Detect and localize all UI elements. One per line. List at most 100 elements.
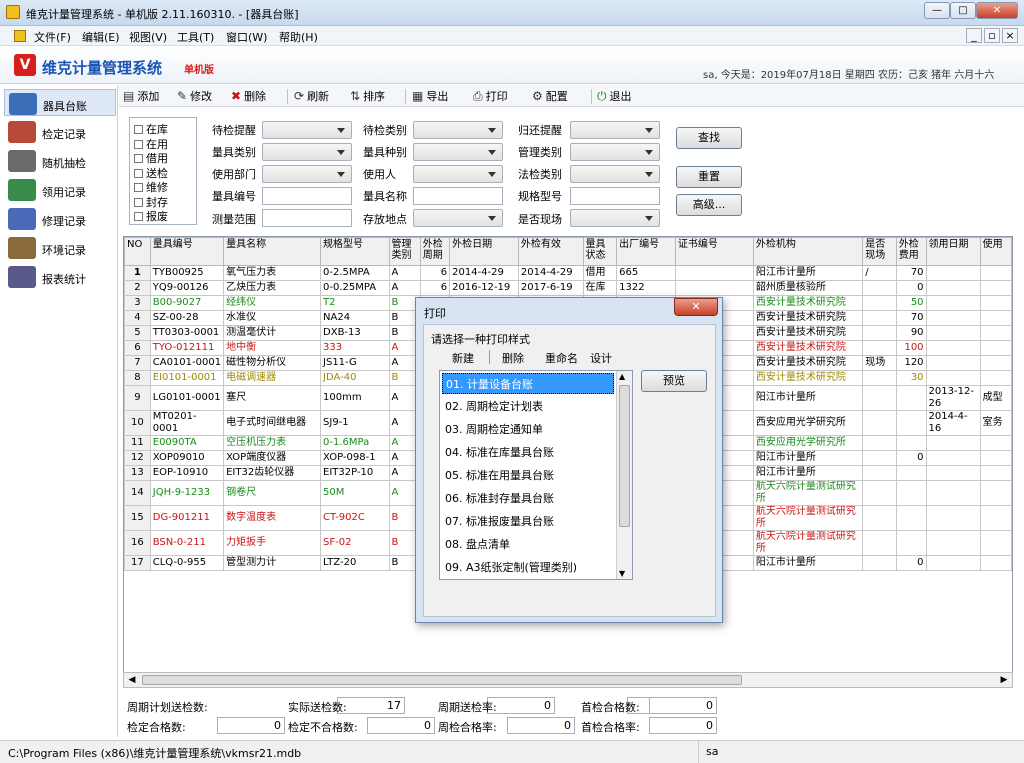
column-header[interactable]: 量具名称 [223, 237, 322, 266]
shifou-xianchang-select[interactable] [570, 209, 660, 227]
mdi-minimize-button[interactable]: _ [966, 28, 982, 43]
daijian-tixing-select[interactable] [262, 121, 352, 139]
column-header[interactable]: 外检周期 [419, 237, 451, 266]
print-style-item[interactable]: 07. 标准报废量具台账 [442, 511, 614, 532]
column-header[interactable]: 管理类别 [388, 237, 421, 266]
refresh-button[interactable]: ⟳ 刷新 [294, 88, 329, 104]
rename-style-link[interactable]: 重命名 [545, 350, 578, 366]
menu-view[interactable]: 视图(V) [129, 29, 167, 45]
menu-file[interactable]: 文件(F) [34, 29, 71, 45]
search-button[interactable]: 查找 [676, 127, 742, 149]
checkbox-icon[interactable] [134, 168, 143, 178]
list-scrollbar[interactable]: ▲ ▼ [616, 371, 632, 579]
checkbox-icon[interactable] [134, 183, 143, 192]
menu-edit[interactable]: 编辑(E) [82, 29, 120, 45]
column-header[interactable]: 证书编号 [674, 237, 754, 266]
cunfang-didian-select[interactable] [413, 209, 503, 227]
new-style-link[interactable]: 新建 [452, 350, 474, 366]
reset-button[interactable]: 重置 [676, 166, 742, 188]
print-style-item[interactable]: 08. 盘点清单 [442, 534, 614, 555]
minimize-button[interactable]: — [924, 2, 950, 19]
advanced-button[interactable]: 高级... [676, 194, 742, 216]
shiyong-bumen-select[interactable] [262, 165, 352, 183]
print-style-item[interactable]: 06. 标准封存量具台账 [442, 488, 614, 509]
column-header[interactable]: 领用日期 [925, 237, 981, 266]
print-style-item[interactable]: 04. 标准在库量具台账 [442, 442, 614, 463]
close-button[interactable]: ✕ [976, 2, 1018, 19]
horizontal-scrollbar[interactable]: ◀ ▶ [123, 672, 1013, 688]
print-style-item[interactable]: 02. 周期检定计划表 [442, 396, 614, 417]
fajian-leibie-select[interactable] [570, 165, 660, 183]
sidebar-item-issue[interactable]: 领用记录 [4, 176, 116, 203]
print-style-item[interactable]: 05. 标准在用量具台账 [442, 465, 614, 486]
mdi-restore-button[interactable]: ▫ [984, 28, 1000, 43]
status-checkbox[interactable]: 封存 [134, 194, 168, 209]
scroll-left-icon[interactable]: ◀ [126, 675, 138, 685]
maximize-button[interactable]: □ [950, 2, 976, 19]
list-scroll-thumb[interactable] [619, 385, 630, 527]
print-style-item[interactable]: 03. 周期检定通知单 [442, 419, 614, 440]
sidebar-item-sampling[interactable]: 随机抽检 [4, 147, 116, 174]
mdi-close-button[interactable]: × [1002, 28, 1018, 43]
sidebar-item-repair[interactable]: 修理记录 [4, 205, 116, 232]
checkbox-icon[interactable] [134, 154, 143, 163]
liangju-zhongbie-select[interactable] [413, 143, 503, 161]
table-row[interactable]: 1 TYB00925 氧气压力表 0-2.5MPA A 6 2014-4-29 2014-4-… [124, 265, 1012, 281]
celiang-fanwei-input[interactable] [262, 209, 352, 227]
guihuan-tixing-select[interactable] [570, 121, 660, 139]
scroll-thumb[interactable] [142, 675, 742, 685]
checkbox-icon[interactable] [134, 139, 143, 149]
daijian-leibie-select[interactable] [413, 121, 503, 139]
print-style-item[interactable]: 01. 计量设备台账 [442, 373, 614, 394]
column-header[interactable]: NO [124, 237, 151, 266]
delete-style-link[interactable]: 删除 [502, 350, 524, 366]
column-header[interactable]: 外检费用 [895, 237, 927, 266]
scroll-right-icon[interactable]: ▶ [998, 675, 1010, 685]
design-style-link[interactable]: 设计 [590, 350, 612, 366]
column-header[interactable]: 出厂编号 [616, 237, 676, 266]
column-header[interactable]: 外检有效 [517, 237, 584, 266]
status-checkbox[interactable]: 借用 [134, 150, 168, 165]
export-button[interactable]: ▦ 导出 [412, 88, 448, 104]
status-checkbox[interactable]: 报废 [134, 208, 168, 223]
menu-help[interactable]: 帮助(H) [279, 29, 318, 45]
column-header[interactable]: 使用 [979, 237, 1012, 266]
sidebar-item-report[interactable]: 报表统计 [4, 263, 116, 290]
print-style-list[interactable]: ▲ ▼ 01. 计量设备台账 02. 周期检定计划表 03. 周期检定通知单 04. … [439, 370, 633, 580]
liangju-mingcheng-input[interactable] [413, 187, 503, 205]
column-header[interactable]: 是否现场 [862, 237, 897, 266]
sidebar-item-calibration[interactable]: 检定记录 [4, 118, 116, 145]
column-header[interactable]: 量具状态 [582, 237, 618, 266]
column-header[interactable]: 外检日期 [449, 237, 519, 266]
sidebar-item-environment[interactable]: 环境记录 [4, 234, 116, 261]
preview-button[interactable]: 预览 [641, 370, 707, 392]
guanli-leibie-select[interactable] [570, 143, 660, 161]
liangju-bianhao-input[interactable] [262, 187, 352, 205]
checkbox-icon[interactable] [134, 197, 143, 207]
status-checkbox[interactable]: 在库 [134, 121, 168, 136]
column-header[interactable]: 量具编号 [149, 237, 225, 266]
status-checkbox[interactable]: 在用 [134, 136, 168, 151]
add-button[interactable]: ▤ 添加 [123, 88, 159, 104]
dialog-close-button[interactable]: ✕ [674, 298, 718, 316]
guige-xinghao-input[interactable] [570, 187, 660, 205]
exit-button[interactable]: ⏻ 退出 [597, 88, 632, 104]
status-checkbox[interactable]: 维修 [134, 179, 168, 194]
edit-button[interactable]: ✎ 修改 [177, 88, 212, 104]
checkbox-icon[interactable] [134, 212, 143, 221]
print-style-item[interactable]: 09. A3纸张定制(管理类别) [442, 557, 614, 578]
sidebar-item-ledger[interactable]: 器具台账 [4, 89, 116, 116]
column-header[interactable]: 规格型号 [320, 237, 390, 266]
scroll-up-icon[interactable]: ▲ [619, 372, 625, 381]
sort-button[interactable]: ⇅ 排序 [350, 88, 385, 104]
table-row[interactable]: 2 YQ9-00126 乙炔压力表 0-0.25MPA A 6 2016-12-19 2017… [124, 280, 1012, 296]
menu-window[interactable]: 窗口(W) [226, 29, 267, 45]
status-checkbox[interactable]: 送检 [134, 165, 168, 180]
checkbox-icon[interactable] [134, 125, 143, 134]
config-button[interactable]: ⚙ 配置 [532, 88, 568, 104]
delete-button[interactable]: ✖ 删除 [231, 88, 266, 104]
column-header[interactable]: 外检机构 [752, 237, 864, 266]
scroll-down-icon[interactable]: ▼ [619, 569, 625, 578]
shiyongren-select[interactable] [413, 165, 503, 183]
print-button[interactable]: ⎙ 打印 [473, 88, 508, 104]
